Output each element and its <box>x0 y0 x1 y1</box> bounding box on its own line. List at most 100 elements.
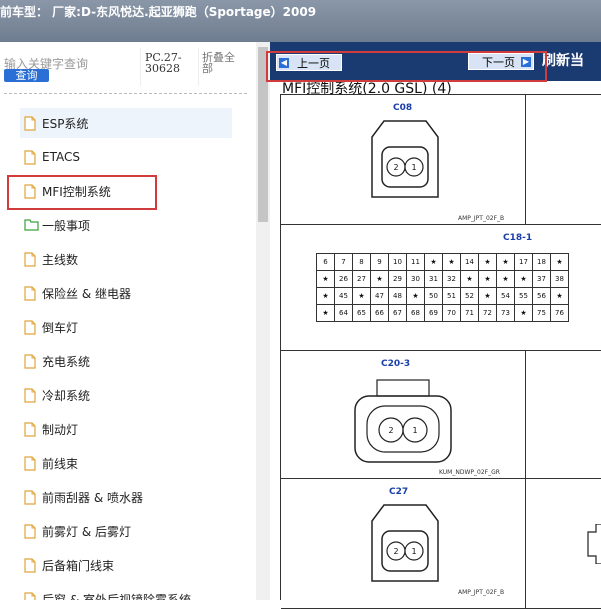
pin-cell: 55 <box>514 287 533 305</box>
pin-cell: 9 <box>370 253 389 271</box>
pin-cell: ★ <box>550 287 569 305</box>
connector-c20-3-icon: 2 1 <box>354 379 452 463</box>
pin-cell: 14 <box>460 253 479 271</box>
document-icon <box>24 455 37 471</box>
pin-cell: 11 <box>406 253 425 271</box>
pin-table: 6 7 8 9 10 11 ★ ★ 14 ★ ★ 17 18 ★ ★ 26 27 ★ 29 30 31 32 ★ ★ ★ ★ 37 3… <box>316 253 569 322</box>
document-icon <box>24 489 37 505</box>
left-scrollbar[interactable] <box>256 42 270 600</box>
part-number: KUM_NDWP_02F_GR <box>439 469 500 476</box>
cell-c27: C27 2 1 AMP_JPT_02F_B <box>281 479 526 609</box>
tree-item[interactable]: 一般事项 <box>24 210 90 240</box>
tree-item-label: 倒车灯 <box>42 320 79 335</box>
tree-item[interactable]: 制动灯 <box>24 414 78 444</box>
refresh-link[interactable]: 刷新当 <box>542 50 584 70</box>
tree-item[interactable]: 前雨刮器 & 喷水器 <box>24 482 143 512</box>
pin-cell: 69 <box>424 304 443 322</box>
document-icon <box>24 251 37 267</box>
pin-cell: 67 <box>388 304 407 322</box>
tree-item[interactable]: 保险丝 & 继电器 <box>24 278 131 308</box>
pin-cell: 52 <box>460 287 479 305</box>
part-number: AMP_JPT_02F_B <box>458 215 505 222</box>
pin-cell: 66 <box>370 304 389 322</box>
tree-item[interactable]: 冷却系统 <box>24 380 90 410</box>
pin-cell: 51 <box>442 287 461 305</box>
svg-text:1: 1 <box>411 547 416 556</box>
pin-cell: 64 <box>334 304 353 322</box>
pin-cell: 54 <box>496 287 515 305</box>
tree-item-label: 后备箱门线束 <box>42 558 115 573</box>
tree-item[interactable]: 后备箱门线束 <box>24 550 114 580</box>
tree-item-label: 前雾灯 & 后雾灯 <box>42 524 131 539</box>
pin-cell: 17 <box>514 253 533 271</box>
tree-item[interactable]: ETACS <box>24 142 80 172</box>
pin-cell: 8 <box>352 253 371 271</box>
collapse-all-button[interactable]: 折叠全 部 <box>202 52 235 74</box>
tree-item[interactable]: 后窗 & 室外后视镜除雾系统 <box>24 584 191 600</box>
pin-cell: 32 <box>442 270 461 288</box>
pin-cell: 18 <box>532 253 551 271</box>
divider <box>198 48 199 86</box>
tree-item-label: 主线数 <box>42 252 79 267</box>
svg-text:2: 2 <box>388 426 393 435</box>
pin-cell: ★ <box>352 287 371 305</box>
document-icon <box>24 421 37 437</box>
pin-cell: 30 <box>406 270 425 288</box>
pin-cell: ★ <box>316 270 335 288</box>
tree-item[interactable]: 前雾灯 & 后雾灯 <box>24 516 131 546</box>
document-icon <box>24 353 37 369</box>
svg-text:2: 2 <box>393 163 398 172</box>
pin-cell: ★ <box>496 270 515 288</box>
connector-c08-icon: 2 1 <box>371 120 439 198</box>
divider <box>140 48 141 86</box>
right-panel: ◀ 上一页 下一页 ▶ 刷新当 MFI控制系统(2.0 GSL) (4) C08… <box>270 42 601 609</box>
connector-label: C20-3 <box>381 359 411 369</box>
tree-item[interactable]: 主线数 <box>24 244 78 274</box>
pin-cell: 71 <box>460 304 479 322</box>
pin-cell: 38 <box>550 270 569 288</box>
document-icon <box>24 387 37 403</box>
highlight-box-nav <box>266 51 547 82</box>
pin-cell: ★ <box>370 270 389 288</box>
tree-item-label: 一般事项 <box>42 218 91 233</box>
pin-cell: ★ <box>442 253 461 271</box>
tree-item[interactable]: ESP系统 <box>20 108 232 138</box>
cell-empty <box>526 95 601 225</box>
pin-cell: 73 <box>496 304 515 322</box>
window-title-bar: 前车型： 厂家:D-东风悦达.起亚狮跑（Sportage）2009 <box>0 0 601 42</box>
cell-partial <box>526 479 601 609</box>
tree-item-label: ESP系统 <box>42 116 89 131</box>
svg-text:1: 1 <box>412 426 417 435</box>
connector-diagram: C08 2 1 AMP_JPT_02F_B C18-1 6 7 8 9 10 11 ★ ★ 14… <box>280 94 601 609</box>
document-icon <box>24 523 37 539</box>
connector-partial-icon <box>587 524 601 564</box>
pin-cell: 48 <box>388 287 407 305</box>
cell-c18-1: C18-1 6 7 8 9 10 11 ★ ★ 14 ★ ★ 17 18 ★ ★ 26 27 ★ 29 30 31 32 ★… <box>281 225 601 351</box>
pin-cell: 65 <box>352 304 371 322</box>
pin-cell: 76 <box>550 304 569 322</box>
document-icon <box>24 319 37 335</box>
tree-item-label: 保险丝 & 继电器 <box>42 286 131 301</box>
pin-cell: ★ <box>316 287 335 305</box>
pin-cell: ★ <box>460 270 479 288</box>
document-icon <box>24 591 37 600</box>
pin-cell: 68 <box>406 304 425 322</box>
pin-cell: 10 <box>388 253 407 271</box>
search-button[interactable]: 查询 <box>4 69 49 82</box>
pin-cell: 56 <box>532 287 551 305</box>
page-count: PC.27- 30628 <box>145 51 182 75</box>
tree-item-label: 前线束 <box>42 456 79 471</box>
pin-cell: ★ <box>496 253 515 271</box>
pin-cell: ★ <box>406 287 425 305</box>
tree-item[interactable]: 倒车灯 <box>24 312 78 342</box>
part-number: AMP_JPT_02F_B <box>458 589 505 596</box>
pin-cell: 7 <box>334 253 353 271</box>
pin-cell: 47 <box>370 287 389 305</box>
tree-item-label: 冷却系统 <box>42 388 91 403</box>
cell-c08: C08 2 1 AMP_JPT_02F_B <box>281 95 526 225</box>
tree-item[interactable]: 充电系统 <box>24 346 90 376</box>
left-panel: 输入关键字查询 查询 PC.27- 30628 折叠全 部 ESP系统 ETACS… <box>0 42 256 600</box>
tree-item[interactable]: 前线束 <box>24 448 78 478</box>
svg-text:1: 1 <box>411 163 416 172</box>
pin-cell: 50 <box>424 287 443 305</box>
